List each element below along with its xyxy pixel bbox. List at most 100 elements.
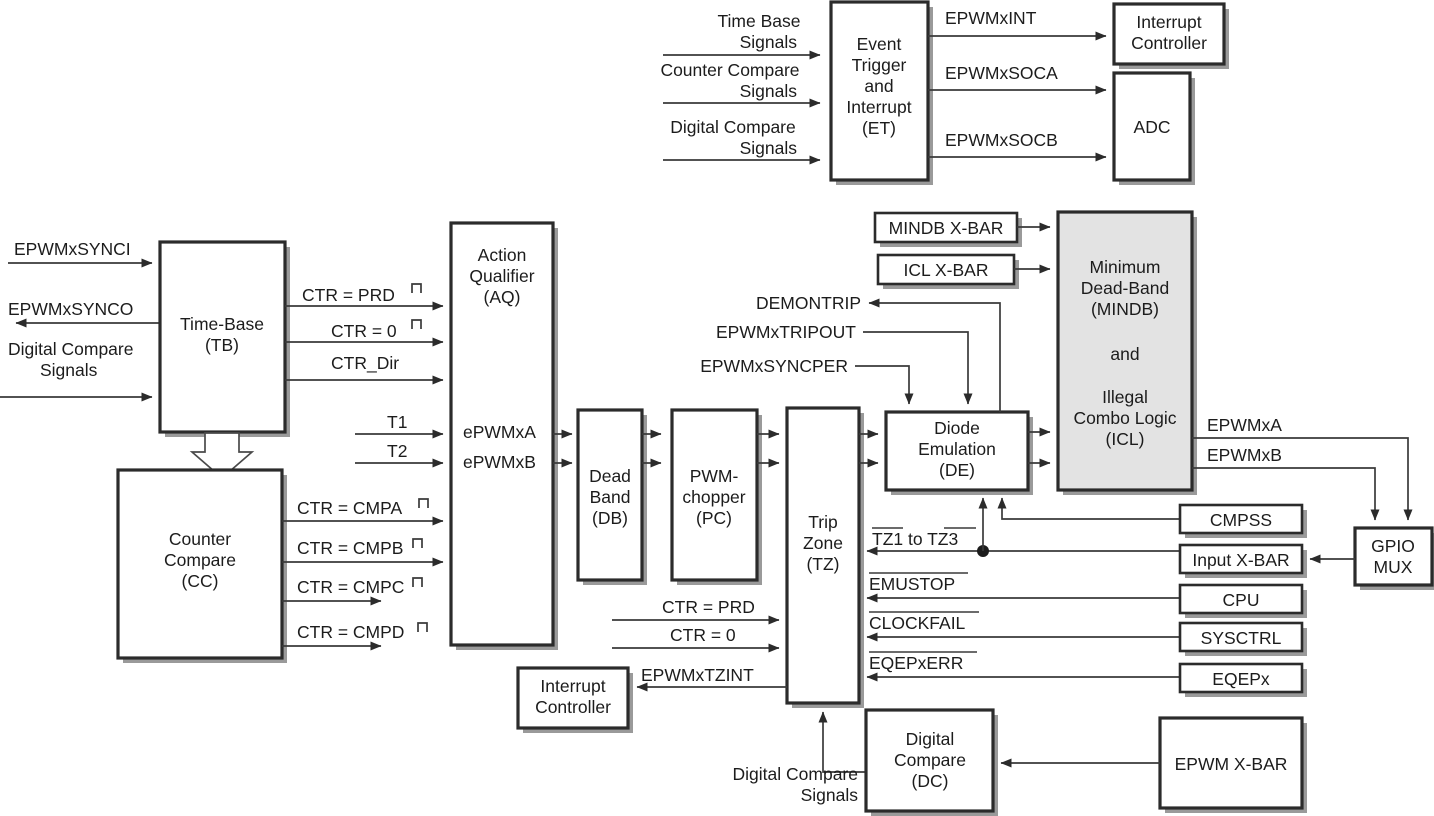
diagram-canvas: Time Base Signals Counter Compare Signal… [0,0,1434,816]
section-dead-band-chopper: Dead Band (DB) PWM- chopper (PC) [553,408,780,585]
section-event-trigger: Time Base Signals Counter Compare Signal… [660,0,1229,185]
label-t1: T1 [387,412,407,432]
label-ctr-cmpc: CTR = CMPC [297,577,404,597]
pulse-icon-cmpc [412,577,423,587]
interrupt-controller-bottom-label-2: Controller [535,697,611,717]
label-epwmxtzint: EPWMxTZINT [641,665,754,685]
epwm-block-diagram: Time Base Signals Counter Compare Signal… [0,0,1434,816]
event-trigger-label-2: Trigger [852,55,907,75]
trip-zone-label-2: Zone [803,533,843,553]
interrupt-controller-top-label-2: Controller [1131,33,1207,53]
label-ctr-cmpa: CTR = CMPA [297,498,402,518]
label-epwmxtripout: EPWMxTRIPOUT [716,322,856,342]
label-counter-compare-signals-1: Counter Compare [660,60,799,80]
pulse-icon-cmpb [412,538,423,548]
input-xbar-label: Input X-BAR [1192,550,1289,570]
counter-compare-label-3: (CC) [182,571,219,591]
diode-emulation-label-2: Emulation [918,439,996,459]
label-eqepxerr: EQEPxERR [869,653,963,673]
mindb-icl-label-5: Illegal [1102,387,1148,407]
event-trigger-label-4: Interrupt [846,97,911,117]
label-dc-signals-left-1: Digital Compare [8,339,133,359]
dead-band-label-1: Dead [589,466,631,486]
label-epwmxsocb: EPWMxSOCB [945,130,1058,150]
section-digital-compare: Digital Compare (DC) EPWM X-BAR [864,708,1307,816]
counter-compare-label-1: Counter [169,529,231,549]
eqepx-label: EQEPx [1212,669,1270,689]
section-right-peripherals: CMPSS Input X-BAR CPU SYSCTRL EQEPx GPIO… [1178,415,1434,697]
label-epwmxsyncper: EPWMxSYNCPER [700,356,848,376]
pulse-icon-cmpd [417,622,428,632]
pwm-chopper-label-1: PWM- [690,466,739,486]
event-trigger-label-1: Event [857,34,902,54]
label-time-base-signals-2: Signals [740,32,798,52]
arrow-cmpss-to-de [997,497,1180,520]
mindb-icl-label-7: (ICL) [1106,429,1145,449]
mindb-icl-label-4: and [1110,344,1139,364]
label-dc-signals-left-2: Signals [40,360,98,380]
interrupt-controller-top-label-1: Interrupt [1136,12,1201,32]
pulse-icon-cmpa [418,498,429,508]
gpio-mux-label-2: MUX [1374,557,1413,577]
diode-emulation-label-1: Diode [934,418,980,438]
counter-compare-label-2: Compare [164,550,236,570]
gpio-mux-label-1: GPIO [1371,536,1415,556]
icl-xbar-label: ICL X-BAR [904,260,989,280]
label-dc-signals-dc-2: Signals [801,785,859,805]
label-epwmxb-out: EPWMxB [1207,445,1282,465]
adc-label: ADC [1134,117,1171,137]
label-epwmxsynci: EPWMxSYNCI [14,239,131,259]
digital-compare-label-1: Digital [906,729,955,749]
mindb-xbar-label: MINDB X-BAR [889,218,1004,238]
label-ctr-0: CTR = 0 [331,321,397,341]
diode-emulation-label-3: (DE) [939,460,975,480]
section-action-qualifier: Action Qualifier (AQ) ePWMxA ePWMxB CTR … [282,221,558,651]
label-ctr-0-tz: CTR = 0 [670,625,736,645]
arrow-epwmxsyncper [855,365,914,405]
action-qualifier-label-3: (AQ) [484,287,521,307]
label-epwmxa-aq: ePWMxA [463,422,536,442]
label-t2: T2 [387,441,407,461]
arrow-demontrip [868,298,1001,412]
arrow-dc-to-tz [818,711,866,773]
label-clockfail: CLOCKFAIL [869,613,966,633]
time-base-label-2: (TB) [205,335,239,355]
label-ctr-cmpb: CTR = CMPB [297,538,403,558]
label-epwmxsynco: EPWMxSYNCO [8,299,133,319]
trip-zone-label-3: (TZ) [806,554,839,574]
label-time-base-signals-1: Time Base [718,11,801,31]
section-time-base: EPWMxSYNCI EPWMxSYNCO Digital Compare Si… [0,239,290,663]
label-tz1-to-tz3: TZ1 to TZ3 [872,529,958,549]
label-counter-compare-signals-2: Signals [740,81,798,101]
arrow-epwmxtripout [863,331,973,405]
dead-band-label-2: Band [590,487,631,507]
digital-compare-label-3: (DC) [912,771,949,791]
label-epwmxa-out: EPWMxA [1207,415,1282,435]
mindb-icl-label-6: Combo Logic [1073,408,1176,428]
time-base-label-1: Time-Base [180,314,264,334]
action-qualifier-label-2: Qualifier [469,266,534,286]
label-ctr-prd-tz: CTR = PRD [662,597,755,617]
event-trigger-label-3: and [864,76,893,96]
label-demontrip: DEMONTRIP [756,293,861,313]
sysctrl-label: SYSCTRL [1201,628,1282,648]
mindb-icl-label-2: Dead-Band [1081,278,1170,298]
label-emustop: EMUSTOP [869,574,955,594]
label-digital-compare-signals-top-1: Digital Compare [670,117,795,137]
action-qualifier-label-1: Action [478,245,527,265]
label-ctr-dir: CTR_Dir [331,353,399,374]
label-epwmxint: EPWMxINT [945,8,1037,28]
pulse-icon-ctr-prd [411,283,422,293]
label-ctr-cmpd: CTR = CMPD [297,622,404,642]
label-ctr-prd: CTR = PRD [302,285,395,305]
label-epwmxsoca: EPWMxSOCA [945,63,1058,83]
pwm-chopper-label-2: chopper [682,487,745,507]
epwm-xbar-label: EPWM X-BAR [1175,754,1288,774]
digital-compare-label-2: Compare [894,750,966,770]
dead-band-label-3: (DB) [592,508,628,528]
mindb-icl-label-3: (MINDB) [1091,299,1159,319]
mindb-icl-label-1: Minimum [1090,257,1161,277]
label-epwmxb-aq: ePWMxB [463,452,536,472]
cpu-label: CPU [1223,590,1260,610]
cmpss-label: CMPSS [1210,510,1272,530]
